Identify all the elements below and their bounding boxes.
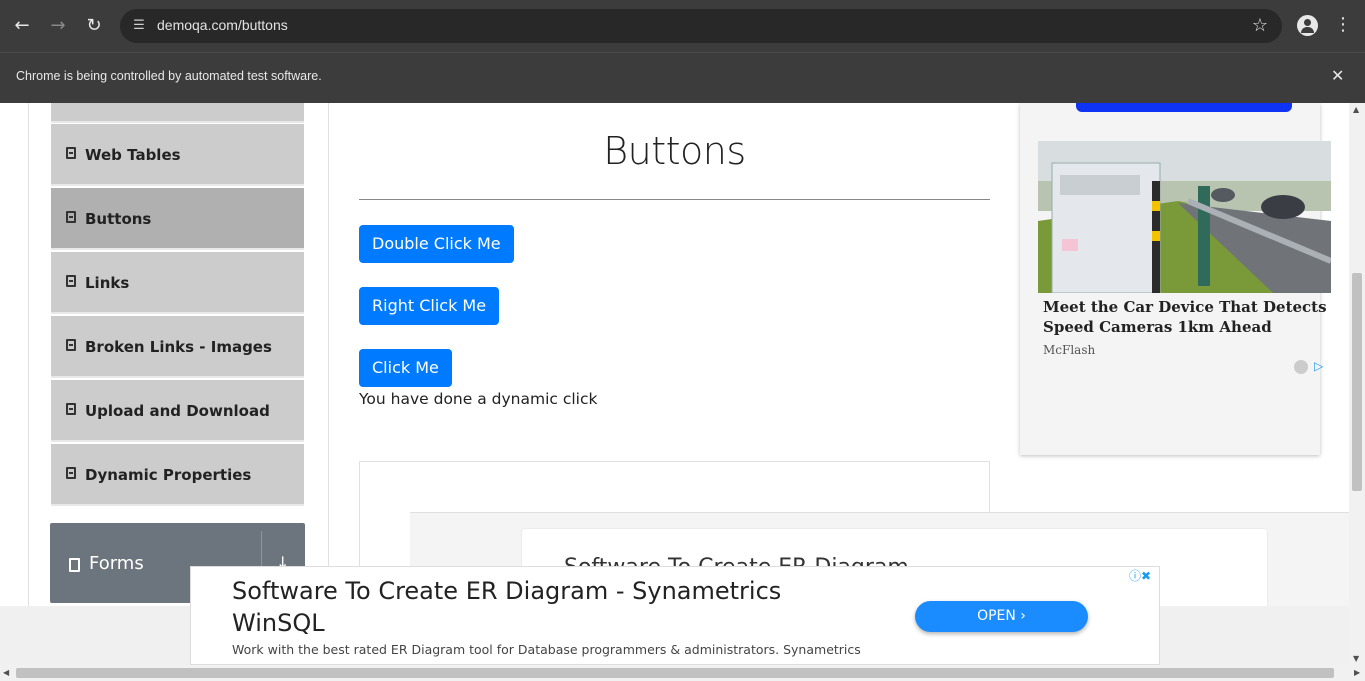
sidebar-item-previous[interactable] (51, 103, 304, 123)
title-divider (359, 199, 990, 200)
profile-avatar-icon[interactable] (1297, 15, 1318, 36)
menu-kebab-icon[interactable]: ⋮ (1333, 14, 1353, 35)
ad-image[interactable] (1038, 141, 1331, 293)
bottom-ad-headline[interactable]: Software To Create ER Diagram - Synametr… (232, 575, 832, 639)
sidebar-item-links[interactable]: Links (51, 252, 304, 314)
scroll-down-icon[interactable]: ▼ (1353, 654, 1359, 663)
html5-icon (66, 211, 76, 223)
browser-toolbar: ← → ↻ ☰ demoqa.com/buttons ☆ ⋮ (0, 0, 1365, 52)
sidebar-item-dynamic-properties[interactable]: Dynamic Properties (51, 444, 304, 506)
double-click-button[interactable]: Double Click Me (359, 225, 514, 263)
scroll-left-icon[interactable]: ◀ (3, 668, 9, 677)
ad-source: McFlash (1043, 343, 1096, 357)
infobar-message: Chrome is being controlled by automated … (16, 69, 322, 83)
horizontal-scroll-thumb[interactable] (16, 668, 1334, 678)
address-bar[interactable]: ☰ demoqa.com/buttons ☆ (120, 9, 1282, 43)
sidebar-item-label: Buttons (85, 210, 152, 228)
horizontal-scrollbar[interactable]: ◀ ▶ (0, 665, 1365, 681)
sidebar-group-label: Forms (89, 553, 144, 574)
vertical-scroll-thumb[interactable] (1352, 273, 1362, 491)
sidebar-border (28, 103, 29, 665)
bookmark-star-icon[interactable]: ☆ (1252, 15, 1268, 36)
open-button-label: OPEN (977, 608, 1016, 624)
sidebar-item-web-tables[interactable]: Web Tables (51, 124, 304, 186)
document-icon (69, 558, 80, 572)
scroll-up-icon[interactable]: ▲ (1353, 105, 1359, 114)
html5-icon (66, 339, 76, 351)
html5-icon (66, 147, 76, 159)
ad-headline[interactable]: Meet the Car Device That Detects Speed C… (1043, 297, 1333, 337)
sidebar-item-label: Upload and Download (85, 402, 270, 420)
bottom-ad-description: Work with the best rated ER Diagram tool… (232, 642, 861, 657)
right-click-button[interactable]: Right Click Me (359, 287, 500, 325)
ad-top-button[interactable] (1076, 103, 1292, 112)
site-info-icon[interactable]: ☰ (130, 17, 148, 35)
back-icon[interactable]: ← (8, 12, 36, 40)
ad-close-icon[interactable]: ⓘ✖ (1129, 567, 1151, 584)
ad-info-icon[interactable]: ▷ (1314, 359, 1323, 373)
url-text[interactable]: demoqa.com/buttons (157, 17, 288, 33)
bottom-sticky-ad[interactable]: Software To Create ER Diagram - Synametr… (190, 566, 1160, 665)
dynamic-click-message: You have done a dynamic click (359, 390, 598, 408)
page-viewport: Web Tables Buttons Links Broken Links - … (0, 103, 1349, 665)
sidebar-item-label: Broken Links - Images (85, 338, 272, 356)
sidebar-item-label: Web Tables (85, 146, 181, 164)
sidebar-item-label: Links (85, 274, 130, 292)
adchoices-icon[interactable] (1294, 360, 1308, 374)
sidebar-item-broken-links[interactable]: Broken Links - Images (51, 316, 304, 378)
automation-infobar: Chrome is being controlled by automated … (0, 52, 1365, 103)
sidebar-item-upload-download[interactable]: Upload and Download (51, 380, 304, 442)
sidebar-item-buttons[interactable]: Buttons (51, 188, 304, 250)
click-me-button[interactable]: Click Me (359, 349, 452, 387)
html5-icon (66, 275, 76, 287)
html5-icon (66, 467, 76, 479)
page-title: Buttons (603, 129, 746, 173)
html5-icon (66, 403, 76, 415)
vertical-scrollbar[interactable]: ▲ ▼ (1349, 103, 1365, 665)
reload-icon[interactable]: ↻ (80, 12, 108, 40)
right-advertisement[interactable]: Meet the Car Device That Detects Speed C… (1020, 103, 1331, 455)
forward-icon[interactable]: → (44, 12, 72, 40)
scroll-right-icon[interactable]: ▶ (1354, 668, 1360, 677)
infobar-close-icon[interactable]: ✕ (1331, 66, 1344, 85)
bottom-ad-open-button[interactable]: OPEN › (915, 601, 1088, 632)
sidebar-item-label: Dynamic Properties (85, 466, 252, 484)
